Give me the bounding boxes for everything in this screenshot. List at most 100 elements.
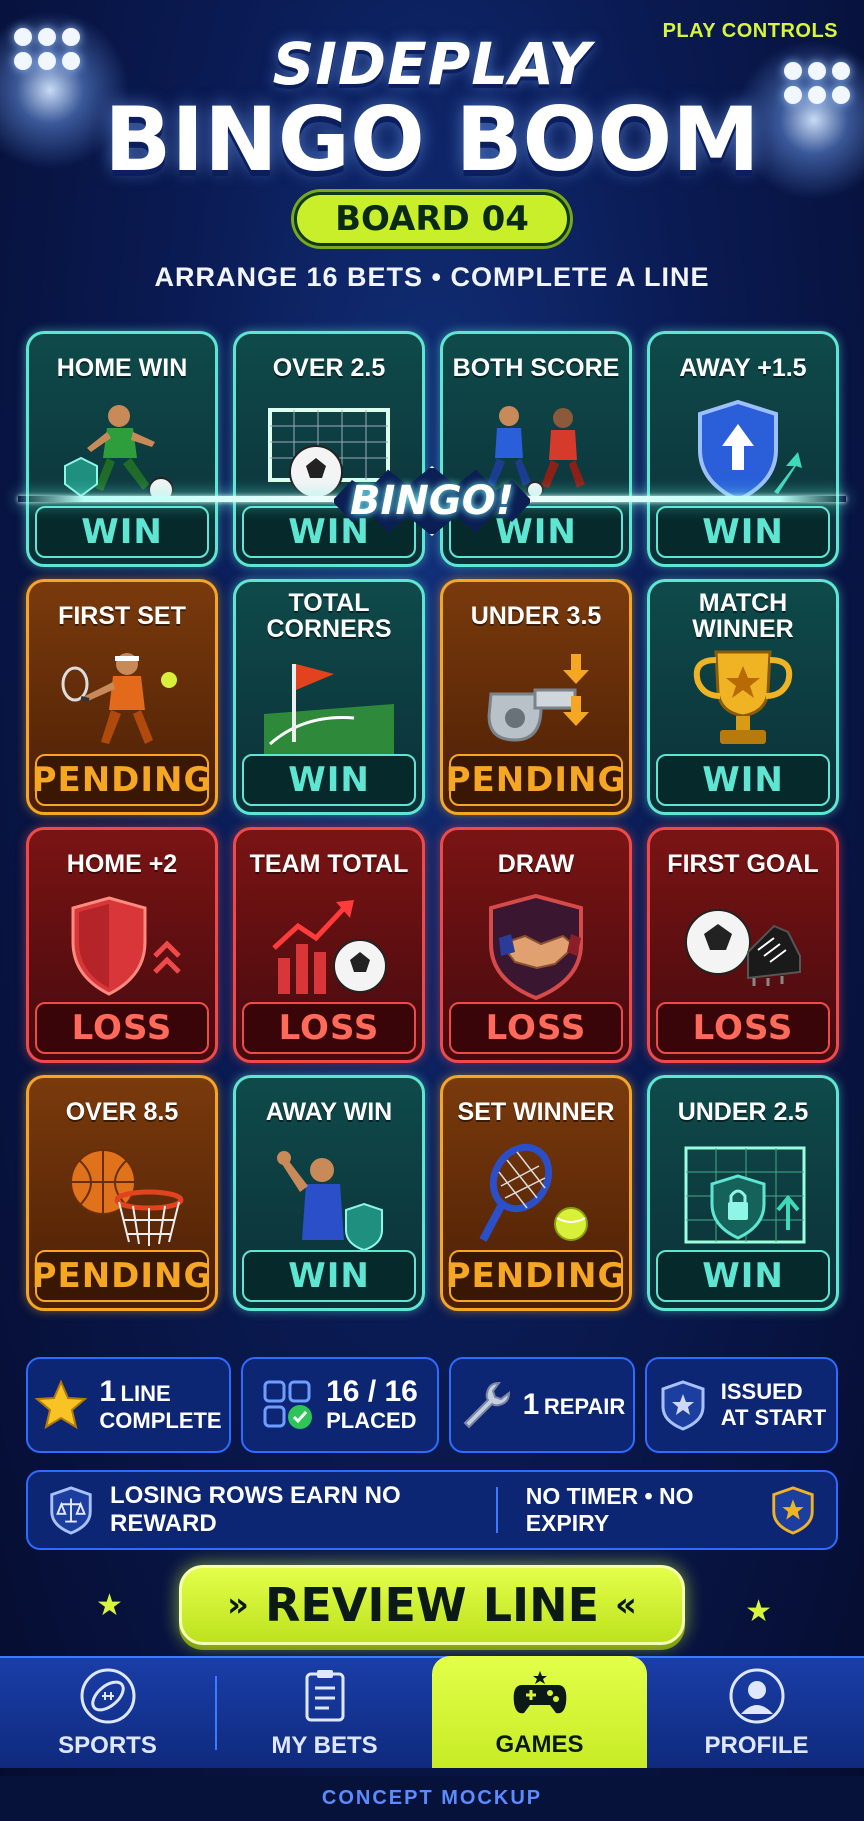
game-header: SIDEPLAY BINGO BOOM BOARD 04 ARRANGE 16 … — [0, 30, 864, 293]
title-bingo-boom: BINGO BOOM — [104, 88, 760, 191]
issued-label-1: ISSUED — [720, 1379, 803, 1404]
tile-label: AWAY WIN — [265, 1098, 393, 1126]
corner-flag-icon — [242, 644, 416, 754]
review-line-button[interactable]: » REVIEW LINE « — [179, 1565, 685, 1645]
tile-label: TOTAL CORNERS — [266, 589, 392, 643]
bet-tile[interactable]: DRAW LOSS — [440, 827, 632, 1063]
review-line-label: REVIEW LINE — [264, 1578, 600, 1632]
tile-label: UNDER 3.5 — [470, 602, 602, 630]
bingo-text: BINGO! — [350, 478, 514, 524]
red-shield-icon — [35, 892, 209, 1002]
chevron-left-icon: « — [615, 1585, 638, 1625]
bet-tile[interactable]: UNDER 2.5 WIN — [647, 1075, 839, 1311]
tile-status: WIN — [242, 1250, 416, 1302]
tab-games[interactable]: GAMES — [432, 1656, 647, 1768]
celebrating-player-icon — [242, 1140, 416, 1250]
tile-label: UNDER 2.5 — [677, 1098, 809, 1126]
lines-value: 1 — [99, 1375, 117, 1408]
shield-arrow-icon — [656, 396, 830, 506]
tile-status: LOSS — [449, 1002, 623, 1054]
tab-profile-label: PROFILE — [704, 1732, 809, 1759]
tile-label: BOTH SCORE — [452, 354, 620, 382]
bet-tile[interactable]: AWAY WIN WIN — [233, 1075, 425, 1311]
tile-status: WIN — [656, 1250, 830, 1302]
star-icon — [35, 1379, 88, 1430]
bet-tile[interactable]: FIRST SET PENDING — [26, 579, 218, 815]
tile-status: WIN — [242, 754, 416, 806]
lines-label-2: COMPLETE — [99, 1408, 222, 1433]
tile-label: FIRST SET — [58, 602, 186, 630]
bet-tile[interactable]: OVER 8.5 PENDING — [26, 1075, 218, 1311]
tile-status: PENDING — [446, 754, 625, 806]
bet-tile[interactable]: FIRST GOAL LOSS — [647, 827, 839, 1063]
bet-tile[interactable]: TOTAL CORNERS WIN — [233, 579, 425, 815]
whistle-icon — [449, 644, 623, 754]
tile-label: MATCH WINNER — [692, 589, 794, 643]
tile-label: HOME WIN — [56, 354, 188, 382]
bet-tile[interactable]: TEAM TOTAL LOSS — [233, 827, 425, 1063]
tab-games-label: GAMES — [495, 1731, 584, 1758]
sparkle-icon: ★ — [96, 1588, 123, 1623]
bet-tile[interactable]: AWAY +1.5 WIN — [647, 331, 839, 567]
lines-label: LINE — [120, 1381, 171, 1406]
tile-status: WIN — [35, 506, 209, 558]
lines-stat-text: 1 LINE COMPLETE — [99, 1376, 221, 1434]
grid-check-icon — [263, 1380, 313, 1429]
shield-star-icon — [661, 1380, 705, 1431]
profile-icon — [729, 1668, 784, 1724]
trophy-icon — [656, 644, 830, 754]
issued-stat: ISSUED AT START — [645, 1357, 838, 1453]
tennis-player-icon — [35, 644, 209, 754]
clipboard-icon — [305, 1670, 344, 1722]
tile-label: AWAY +1.5 — [679, 354, 807, 382]
tile-status: PENDING — [32, 1250, 211, 1302]
bar-chart-ball-icon — [242, 892, 416, 1002]
board-badge: BOARD 04 — [294, 192, 570, 246]
tile-label: TEAM TOTAL — [249, 850, 409, 878]
tile-status: LOSS — [242, 1002, 416, 1054]
placed-stat: 16 / 16 PLACED — [241, 1357, 439, 1453]
soccer-player-icon — [35, 396, 209, 506]
notice-divider — [495, 1487, 498, 1533]
tile-label: DRAW — [497, 850, 575, 878]
repair-stat-text: 1 REPAIR — [523, 1389, 626, 1421]
scales-shield-icon — [50, 1486, 92, 1535]
bet-tile[interactable]: UNDER 3.5 PENDING — [440, 579, 632, 815]
bet-tile[interactable]: HOME WIN WIN — [26, 331, 218, 567]
lines-complete-stat: 1 LINE COMPLETE — [26, 1357, 231, 1453]
ball-boot-icon — [656, 892, 830, 1002]
bottom-tab-bar: SPORTS MY BETS GAMES PROFILE — [0, 1656, 864, 1768]
wrench-icon — [463, 1381, 510, 1429]
bet-tile[interactable]: HOME +2 LOSS — [26, 827, 218, 1063]
tile-label: FIRST GOAL — [667, 850, 819, 878]
review-area: ★ ★ » REVIEW LINE « — [0, 1560, 864, 1650]
tab-my-bets[interactable]: MY BETS — [217, 1658, 432, 1768]
issued-stat-text: ISSUED AT START — [721, 1379, 827, 1431]
no-timer-text: NO TIMER • NO EXPIRY — [525, 1483, 694, 1536]
concept-mockup-footer: CONCEPT MOCKUP — [0, 1776, 864, 1821]
bingo-callout: BINGO! — [332, 466, 532, 536]
repair-label: REPAIR — [543, 1394, 626, 1419]
tile-status: PENDING — [446, 1250, 625, 1302]
chevron-right-icon: » — [226, 1585, 249, 1625]
stats-row: 1 LINE COMPLETE 16 / 16 PLACED 1 REPAIR … — [26, 1357, 838, 1453]
losing-rows-text: LOSING ROWS EARN NO REWARD — [110, 1482, 401, 1537]
tile-status: WIN — [656, 754, 830, 806]
tile-status: LOSS — [35, 1002, 209, 1054]
tile-label: OVER 2.5 — [272, 354, 386, 382]
tab-sports[interactable]: SPORTS — [0, 1658, 215, 1768]
repair-value: 1 — [522, 1388, 540, 1421]
goal-lock-icon — [656, 1140, 830, 1250]
issued-label-2: AT START — [720, 1405, 827, 1430]
tile-label: HOME +2 — [66, 850, 178, 878]
bet-tile[interactable]: SET WINNER PENDING — [440, 1075, 632, 1311]
instructions-subtitle: ARRANGE 16 BETS • COMPLETE A LINE — [154, 262, 710, 292]
tab-sports-label: SPORTS — [58, 1732, 157, 1759]
tab-profile[interactable]: PROFILE — [649, 1658, 864, 1768]
tile-label: SET WINNER — [457, 1098, 615, 1126]
tennis-racket-icon — [449, 1140, 623, 1250]
tile-status: LOSS — [656, 1002, 830, 1054]
repair-stat[interactable]: 1 REPAIR — [449, 1357, 635, 1453]
bet-tile[interactable]: MATCH WINNER WIN — [647, 579, 839, 815]
tab-my-bets-label: MY BETS — [271, 1732, 378, 1759]
